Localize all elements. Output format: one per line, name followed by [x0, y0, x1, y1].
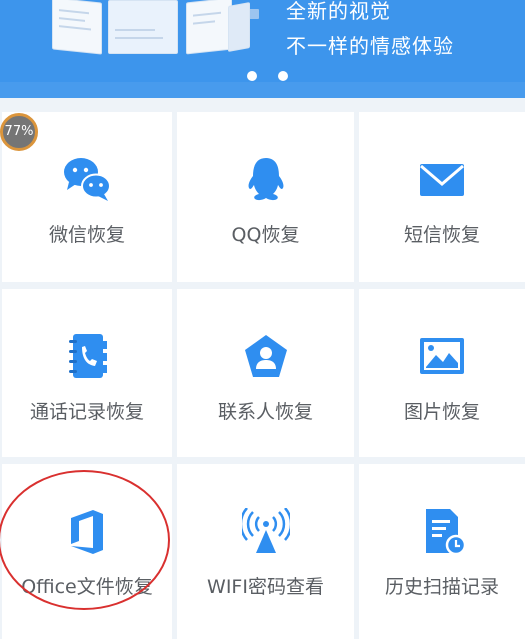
banner-illustration-document — [228, 2, 250, 52]
page-indicator-dot[interactable] — [278, 71, 288, 81]
menu-item-scan-history[interactable]: 历史扫描记录 — [359, 464, 525, 639]
qq-penguin-icon — [248, 158, 283, 201]
banner-shade — [0, 82, 525, 98]
banner-slogan: 全新的视觉 — [286, 0, 391, 23]
memory-usage-badge[interactable]: 77% — [0, 113, 38, 151]
menu-item-label: 联系人恢复 — [217, 401, 313, 423]
menu-item-label: 图片恢复 — [403, 401, 480, 423]
menu-item-label: 通话记录恢复 — [29, 401, 144, 423]
menu-item-label: WIFI密码查看 — [207, 576, 324, 598]
menu-item-picture-recovery[interactable]: 图片恢复 — [359, 289, 525, 457]
menu-item-qq-recovery[interactable]: QQ恢复 — [177, 112, 354, 282]
banner-illustration-document — [186, 0, 232, 55]
menu-item-sms-recovery[interactable]: 短信恢复 — [359, 112, 525, 282]
envelope-icon — [420, 164, 464, 196]
phonebook-icon — [69, 334, 107, 378]
banner-slogan: 不一样的情感体验 — [286, 34, 454, 58]
menu-item-label: QQ恢复 — [231, 224, 300, 246]
banner-illustration-document — [52, 0, 102, 55]
menu-item-label: 短信恢复 — [403, 224, 480, 246]
menu-item-call-log-recovery[interactable]: 通话记录恢复 — [2, 289, 172, 457]
wechat-icon — [64, 158, 111, 201]
menu-item-wifi-password[interactable]: WIFI密码查看 — [177, 464, 354, 639]
menu-item-label: 历史扫描记录 — [384, 576, 499, 598]
banner[interactable]: 全新的视觉 不一样的情感体验 — [0, 0, 525, 98]
picture-icon — [420, 338, 464, 374]
document-history-icon — [426, 509, 466, 554]
page-indicator-dot[interactable] — [247, 71, 257, 81]
highlight-circle-annotation — [0, 470, 170, 610]
contact-person-icon — [244, 335, 287, 377]
banner-illustration-document — [108, 0, 259, 54]
wifi-signal-icon — [241, 508, 290, 553]
menu-item-label: 微信恢复 — [48, 224, 125, 246]
menu-item-contacts-recovery[interactable]: 联系人恢复 — [177, 289, 354, 457]
